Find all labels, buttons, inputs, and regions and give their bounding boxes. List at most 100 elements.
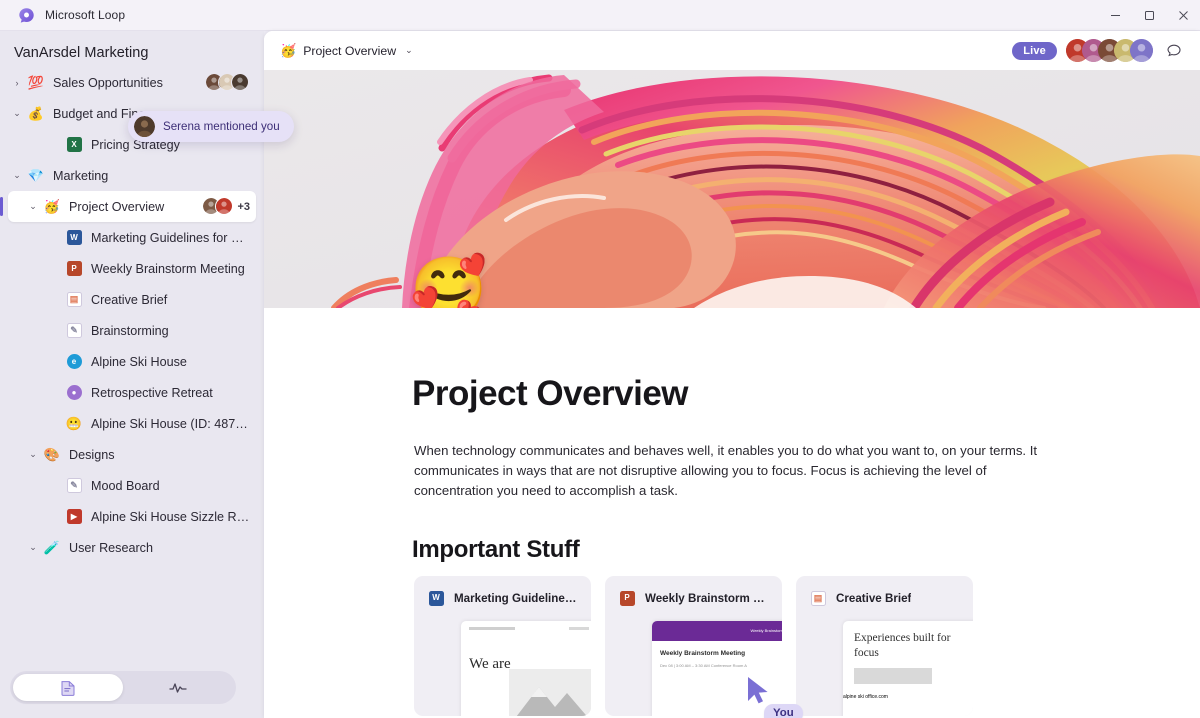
- sidebar-item-label: Project Overview: [69, 200, 198, 214]
- window-controls: [1098, 0, 1200, 31]
- maximize-button[interactable]: [1132, 0, 1166, 31]
- sidebar-item-project-overview[interactable]: ⌄🥳 Project Overview +3: [8, 191, 256, 222]
- sidebar-item-label: Weekly Brainstorm Meeting: [91, 262, 250, 276]
- word-file-icon-glyph: W: [429, 591, 444, 606]
- emoji-icon: 🥳: [42, 197, 62, 217]
- cursor-you: You: [746, 676, 772, 706]
- sidebar-item-mood-board[interactable]: ›✎Mood Board: [8, 470, 256, 501]
- chevron-down-icon[interactable]: ⌄: [8, 108, 26, 119]
- excel-file-icon: X: [64, 135, 84, 155]
- breadcrumb-emoji-icon: 🥳: [280, 43, 296, 59]
- sidebar-item-facepile[interactable]: [205, 73, 250, 92]
- mention-toast[interactable]: Serena mentioned you: [128, 111, 294, 142]
- close-button[interactable]: [1166, 0, 1200, 31]
- video-file-icon: ▶: [64, 507, 84, 527]
- sidebar-item-alpine-ski-house-sizzle-re[interactable]: ›▶Alpine Ski House Sizzle Re…: [8, 501, 256, 532]
- edge-browser-icon: e: [64, 352, 84, 372]
- linked-card[interactable]: WMarketing Guidelines f… We are: [414, 576, 591, 716]
- card-header: ▤Creative Brief: [808, 588, 961, 608]
- powerpoint-file-icon-glyph: P: [67, 261, 82, 276]
- whiteboard-icon-glyph: ✎: [67, 323, 82, 338]
- brief-preview-text: Experiences built for focus: [854, 631, 968, 660]
- loop-app-window: Microsoft Loop VanArsdel Marketing ›💯Sal…: [0, 0, 1200, 718]
- chevron-down-icon[interactable]: ⌄: [24, 542, 42, 553]
- purple-avatar-icon: ●: [64, 383, 84, 403]
- word-file-icon-glyph: W: [67, 230, 82, 245]
- section-heading-important-stuff: Important Stuff: [412, 536, 579, 564]
- sidebar-item-label: Alpine Ski House (ID: 487…: [91, 417, 250, 431]
- sidebar-item-alpine-ski-house[interactable]: ›eAlpine Ski House: [8, 346, 256, 377]
- linked-cards-row: WMarketing Guidelines f…We arePWeekly Br…: [414, 576, 973, 716]
- document-body: Project Overview When technology communi…: [264, 308, 1200, 718]
- linked-card[interactable]: ▤Creative Brief Experiences built for foc…: [796, 576, 973, 716]
- chevron-right-icon[interactable]: ›: [8, 78, 26, 88]
- sidebar-item-label: Mood Board: [91, 479, 250, 493]
- minimize-button[interactable]: [1098, 0, 1132, 31]
- presence-facepile[interactable]: [1066, 39, 1153, 62]
- loop-logo-icon: [18, 7, 35, 24]
- avatar[interactable]: [1130, 39, 1153, 62]
- window-titlebar: Microsoft Loop: [0, 0, 1200, 31]
- card-preview-thumbnail: We are: [461, 621, 591, 716]
- cursor-name-tag: You: [764, 704, 803, 718]
- sidebar-item-designs[interactable]: ⌄🎨Designs: [8, 439, 256, 470]
- sidebar-footer-toggle: [10, 671, 236, 704]
- loop-page-icon: ▤: [808, 588, 828, 608]
- sidebar-item-retrospective-retreat[interactable]: ›●Retrospective Retreat: [8, 377, 256, 408]
- emoji-icon: 🎨: [42, 445, 62, 465]
- slide-subtitle: Dec 08 | 3:00 AM – 3:30 AM Conference Ro…: [660, 663, 780, 668]
- chevron-down-icon[interactable]: ⌄: [24, 449, 42, 460]
- sidebar-item-creative-brief[interactable]: ›▤Creative Brief: [8, 284, 256, 315]
- avatar: [215, 197, 234, 216]
- sidebar-item-weekly-brainstorm-meeting[interactable]: ›PWeekly Brainstorm Meeting: [8, 253, 256, 284]
- footer-toggle-pages[interactable]: [13, 674, 123, 701]
- page-title: Project Overview: [412, 374, 688, 414]
- activity-pulse-icon: [169, 681, 187, 695]
- topbar-actions: Live: [1012, 39, 1186, 63]
- mountain-photo-icon: [509, 669, 591, 716]
- toast-text: Serena mentioned you: [163, 120, 280, 133]
- whiteboard-icon: ✎: [64, 476, 84, 496]
- brief-preview-fineprint: alpine ski office.com: [843, 694, 973, 700]
- sidebar-item-user-research[interactable]: ⌄🧪User Research: [8, 532, 256, 563]
- sidebar-item-label: Alpine Ski House Sizzle Re…: [91, 510, 250, 524]
- word-file-icon: W: [64, 228, 84, 248]
- live-status-badge[interactable]: Live: [1012, 42, 1057, 60]
- card-title: Weekly Brainstorm Me…: [645, 592, 770, 605]
- comment-bubble-icon[interactable]: [1162, 39, 1186, 63]
- sidebar-item-marketing[interactable]: ⌄💎Marketing: [8, 160, 256, 191]
- footer-toggle-activity[interactable]: [123, 674, 233, 701]
- page-paragraph[interactable]: When technology communicates and behaves…: [414, 441, 1058, 501]
- emoji-icon: 😬: [64, 414, 84, 434]
- emoji-icon: 💰: [26, 104, 46, 124]
- workspace-title: VanArsdel Marketing: [14, 45, 264, 61]
- document-page-icon: [61, 680, 75, 696]
- sidebar-item-sales-opportunities[interactable]: ›💯Sales Opportunities: [8, 67, 256, 98]
- powerpoint-file-icon: P: [64, 259, 84, 279]
- breadcrumb[interactable]: 🥳 Project Overview ⌄: [280, 43, 413, 59]
- avatar: [231, 73, 250, 92]
- word-file-icon: W: [426, 588, 446, 608]
- sidebar-item-label: Marketing: [53, 169, 250, 183]
- sidebar-item-marketing-guidelines-for-v[interactable]: ›WMarketing Guidelines for V…: [8, 222, 256, 253]
- sidebar-item-label: Brainstorming: [91, 324, 250, 338]
- card-header: WMarketing Guidelines f…: [426, 588, 579, 608]
- purple-avatar-icon-glyph: ●: [67, 385, 82, 400]
- loop-page-icon: ▤: [64, 290, 84, 310]
- loop-page-icon-glyph: ▤: [811, 591, 826, 606]
- sidebar-item-label: Sales Opportunities: [53, 76, 201, 90]
- cover-emoji[interactable]: 🥰: [410, 259, 487, 308]
- sidebar-item-label: Creative Brief: [91, 293, 250, 307]
- chevron-down-icon[interactable]: ⌄: [405, 45, 413, 56]
- sidebar-item-brainstorming[interactable]: ›✎Brainstorming: [8, 315, 256, 346]
- document-topbar: 🥳 Project Overview ⌄ Live: [264, 31, 1200, 70]
- placeholder-block: [854, 668, 932, 684]
- loop-page-icon-glyph: ▤: [67, 292, 82, 307]
- chevron-down-icon[interactable]: ⌄: [8, 170, 26, 181]
- sidebar-item-alpine-ski-house-id-487[interactable]: ›😬Alpine Ski House (ID: 487…: [8, 408, 256, 439]
- sidebar-item-facepile[interactable]: +3: [202, 197, 250, 216]
- chevron-down-icon[interactable]: ⌄: [24, 201, 42, 212]
- whiteboard-icon-glyph: ✎: [67, 478, 82, 493]
- slide-bar-label: Weekly Brainstorm: [751, 621, 783, 633]
- facepile-overflow-count: +3: [237, 201, 250, 213]
